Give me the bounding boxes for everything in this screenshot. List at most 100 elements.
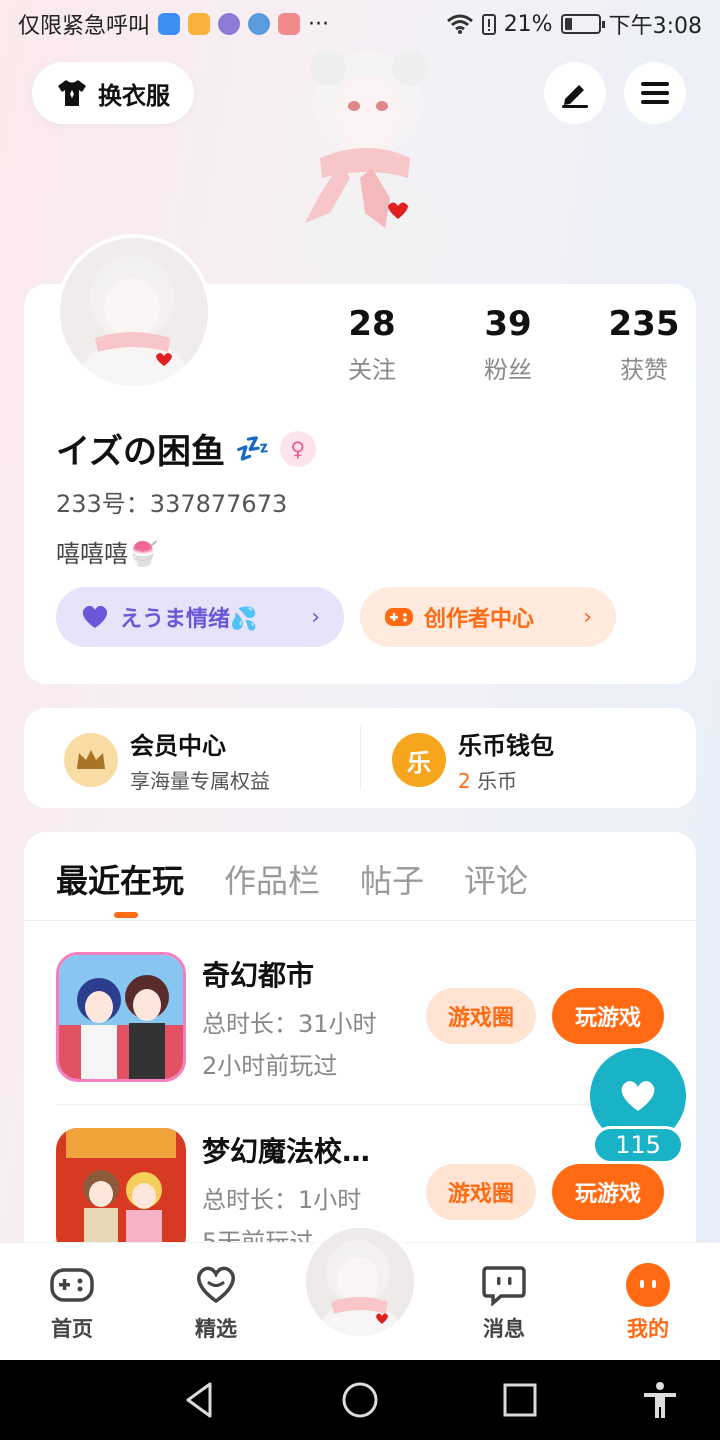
game-duration: 总时长：31小时	[202, 1010, 377, 1038]
creator-center-button[interactable]: 创作者中心 ›	[360, 587, 616, 647]
stat-following[interactable]: 28 关注	[304, 304, 440, 385]
coin-amount: 2	[458, 769, 471, 793]
username: イズの困鱼	[56, 432, 225, 472]
hamburger-icon	[641, 82, 669, 104]
tab-comments[interactable]: 评论	[464, 856, 528, 902]
tabs-divider	[24, 920, 696, 921]
tab-indicator	[114, 912, 138, 918]
app-notification-icon	[278, 13, 301, 35]
gender-female-icon: ♀	[279, 430, 316, 467]
app-notification-icon	[248, 13, 271, 35]
user-id[interactable]: 233号：337877673	[56, 484, 287, 519]
username-row: イズの困鱼 💤 ♀	[56, 424, 316, 473]
heart-icon	[621, 1081, 655, 1111]
coin-title: 乐币钱包	[458, 732, 554, 760]
stat-likes[interactable]: 235 获赞	[576, 304, 712, 385]
face-icon	[624, 1261, 672, 1309]
change-outfit-label: 换衣服	[98, 81, 170, 110]
chat-icon	[480, 1261, 528, 1309]
wallet-card: 会员中心 享海量专属权益 乐 乐币钱包 2 乐币	[24, 708, 696, 808]
game-name: 梦幻魔法校…	[202, 1135, 371, 1168]
nav-messages[interactable]: 消息	[449, 1261, 559, 1343]
creator-center-label: 创作者中心	[424, 607, 535, 632]
coin-unit: 乐币	[477, 769, 518, 793]
gamepad-icon	[48, 1261, 96, 1309]
game-name: 奇幻都市	[202, 959, 315, 992]
game-circle-button[interactable]: 游戏圈	[426, 988, 536, 1044]
sleep-emoji: 💤	[234, 432, 270, 465]
character-avatar-3d[interactable]	[280, 48, 450, 283]
chevron-right-icon: ›	[583, 604, 592, 630]
system-navigation-bar	[0, 1360, 720, 1440]
heart-outline-icon	[192, 1261, 240, 1309]
profile-avatar[interactable]	[56, 234, 212, 390]
coin-wallet[interactable]: 乐 乐币钱包 2 乐币	[392, 726, 554, 794]
recents-icon[interactable]	[500, 1380, 540, 1420]
change-outfit-button[interactable]: 换衣服	[32, 62, 194, 124]
back-icon[interactable]	[180, 1380, 220, 1420]
battery-icon	[560, 14, 605, 34]
profile-tabs: 最近在玩 作品栏 帖子 评论	[56, 856, 528, 902]
nav-featured[interactable]: 精选	[161, 1261, 271, 1343]
row-divider	[56, 1104, 664, 1105]
home-icon[interactable]	[340, 1380, 380, 1420]
game-last-played: 2小时前玩过	[202, 1052, 338, 1080]
vip-title: 会员中心	[130, 732, 226, 760]
menu-button[interactable]	[624, 62, 686, 124]
play-game-button[interactable]: 玩游戏	[552, 988, 664, 1044]
crown-icon	[64, 733, 118, 787]
vip-center[interactable]: 会员中心 享海量专属权益	[64, 726, 270, 794]
edit-profile-button[interactable]	[544, 62, 606, 124]
game-last-played: 5天前玩过	[202, 1228, 314, 1244]
chevron-right-icon: ›	[311, 604, 320, 630]
more-notifications: ···	[308, 11, 329, 37]
following-count: 28	[348, 304, 396, 344]
music-icon	[218, 13, 241, 35]
profile-stats: 28 关注 39 粉丝 235 获赞	[304, 304, 712, 385]
pen-icon	[562, 85, 588, 108]
game-thumbnail[interactable]	[56, 952, 186, 1082]
accessibility-icon[interactable]	[640, 1380, 680, 1420]
content-card: 最近在玩 作品栏 帖子 评论 奇幻都市 总时长：31小时 2小时前玩过 游戏圈 …	[24, 832, 696, 1262]
battery-percent: 21%	[503, 11, 553, 37]
avatar-image	[60, 238, 208, 386]
carrier-text: 仅限紧急呼叫	[18, 14, 151, 39]
heart-icon	[82, 605, 108, 628]
nav-messages-label: 消息	[483, 1317, 525, 1341]
battery-alert-icon	[481, 14, 496, 35]
avatar-image	[306, 1228, 414, 1336]
vip-subtitle: 享海量专属权益	[130, 769, 270, 793]
gamepad-icon	[385, 608, 413, 626]
game-circle-button[interactable]: 游戏圈	[426, 1164, 536, 1220]
app-notification-icon	[188, 13, 211, 35]
likes-label: 获赞	[620, 356, 668, 384]
nav-featured-label: 精选	[195, 1317, 237, 1341]
game-row[interactable]: 奇幻都市 总时长：31小时 2小时前玩过 游戏圈 玩游戏	[56, 952, 666, 1082]
like-count: 115	[592, 1126, 684, 1164]
tab-works[interactable]: 作品栏	[224, 856, 320, 902]
likes-count: 235	[608, 304, 680, 344]
game-thumbnail[interactable]	[56, 1128, 186, 1258]
status-bar: 仅限紧急呼叫 ··· 21% 下午3:08	[0, 0, 720, 48]
mood-button[interactable]: えうま情绪💦 ›	[56, 587, 344, 647]
game-cover-image	[56, 1128, 186, 1258]
followers-label: 粉丝	[484, 356, 532, 384]
app-notification-icon	[158, 13, 181, 35]
game-duration: 总时长：1小时	[202, 1186, 362, 1214]
nav-avatar-button[interactable]	[300, 1222, 420, 1342]
user-bio: 嘻嘻嘻🍧	[56, 540, 158, 568]
clock: 下午3:08	[608, 14, 702, 39]
stat-followers[interactable]: 39 粉丝	[440, 304, 576, 385]
nav-home[interactable]: 首页	[17, 1261, 127, 1343]
tab-recently-played[interactable]: 最近在玩	[56, 856, 184, 902]
nav-home-label: 首页	[51, 1317, 93, 1341]
tab-posts[interactable]: 帖子	[360, 856, 424, 902]
tshirt-icon	[58, 80, 86, 106]
game-cover-image	[59, 955, 183, 1079]
mood-label: えうま情绪💦	[120, 607, 258, 632]
nav-me[interactable]: 我的	[593, 1261, 703, 1343]
nav-me-label: 我的	[627, 1317, 669, 1341]
wifi-icon	[446, 14, 473, 34]
followers-count: 39	[484, 304, 532, 344]
play-game-button[interactable]: 玩游戏	[552, 1164, 664, 1220]
